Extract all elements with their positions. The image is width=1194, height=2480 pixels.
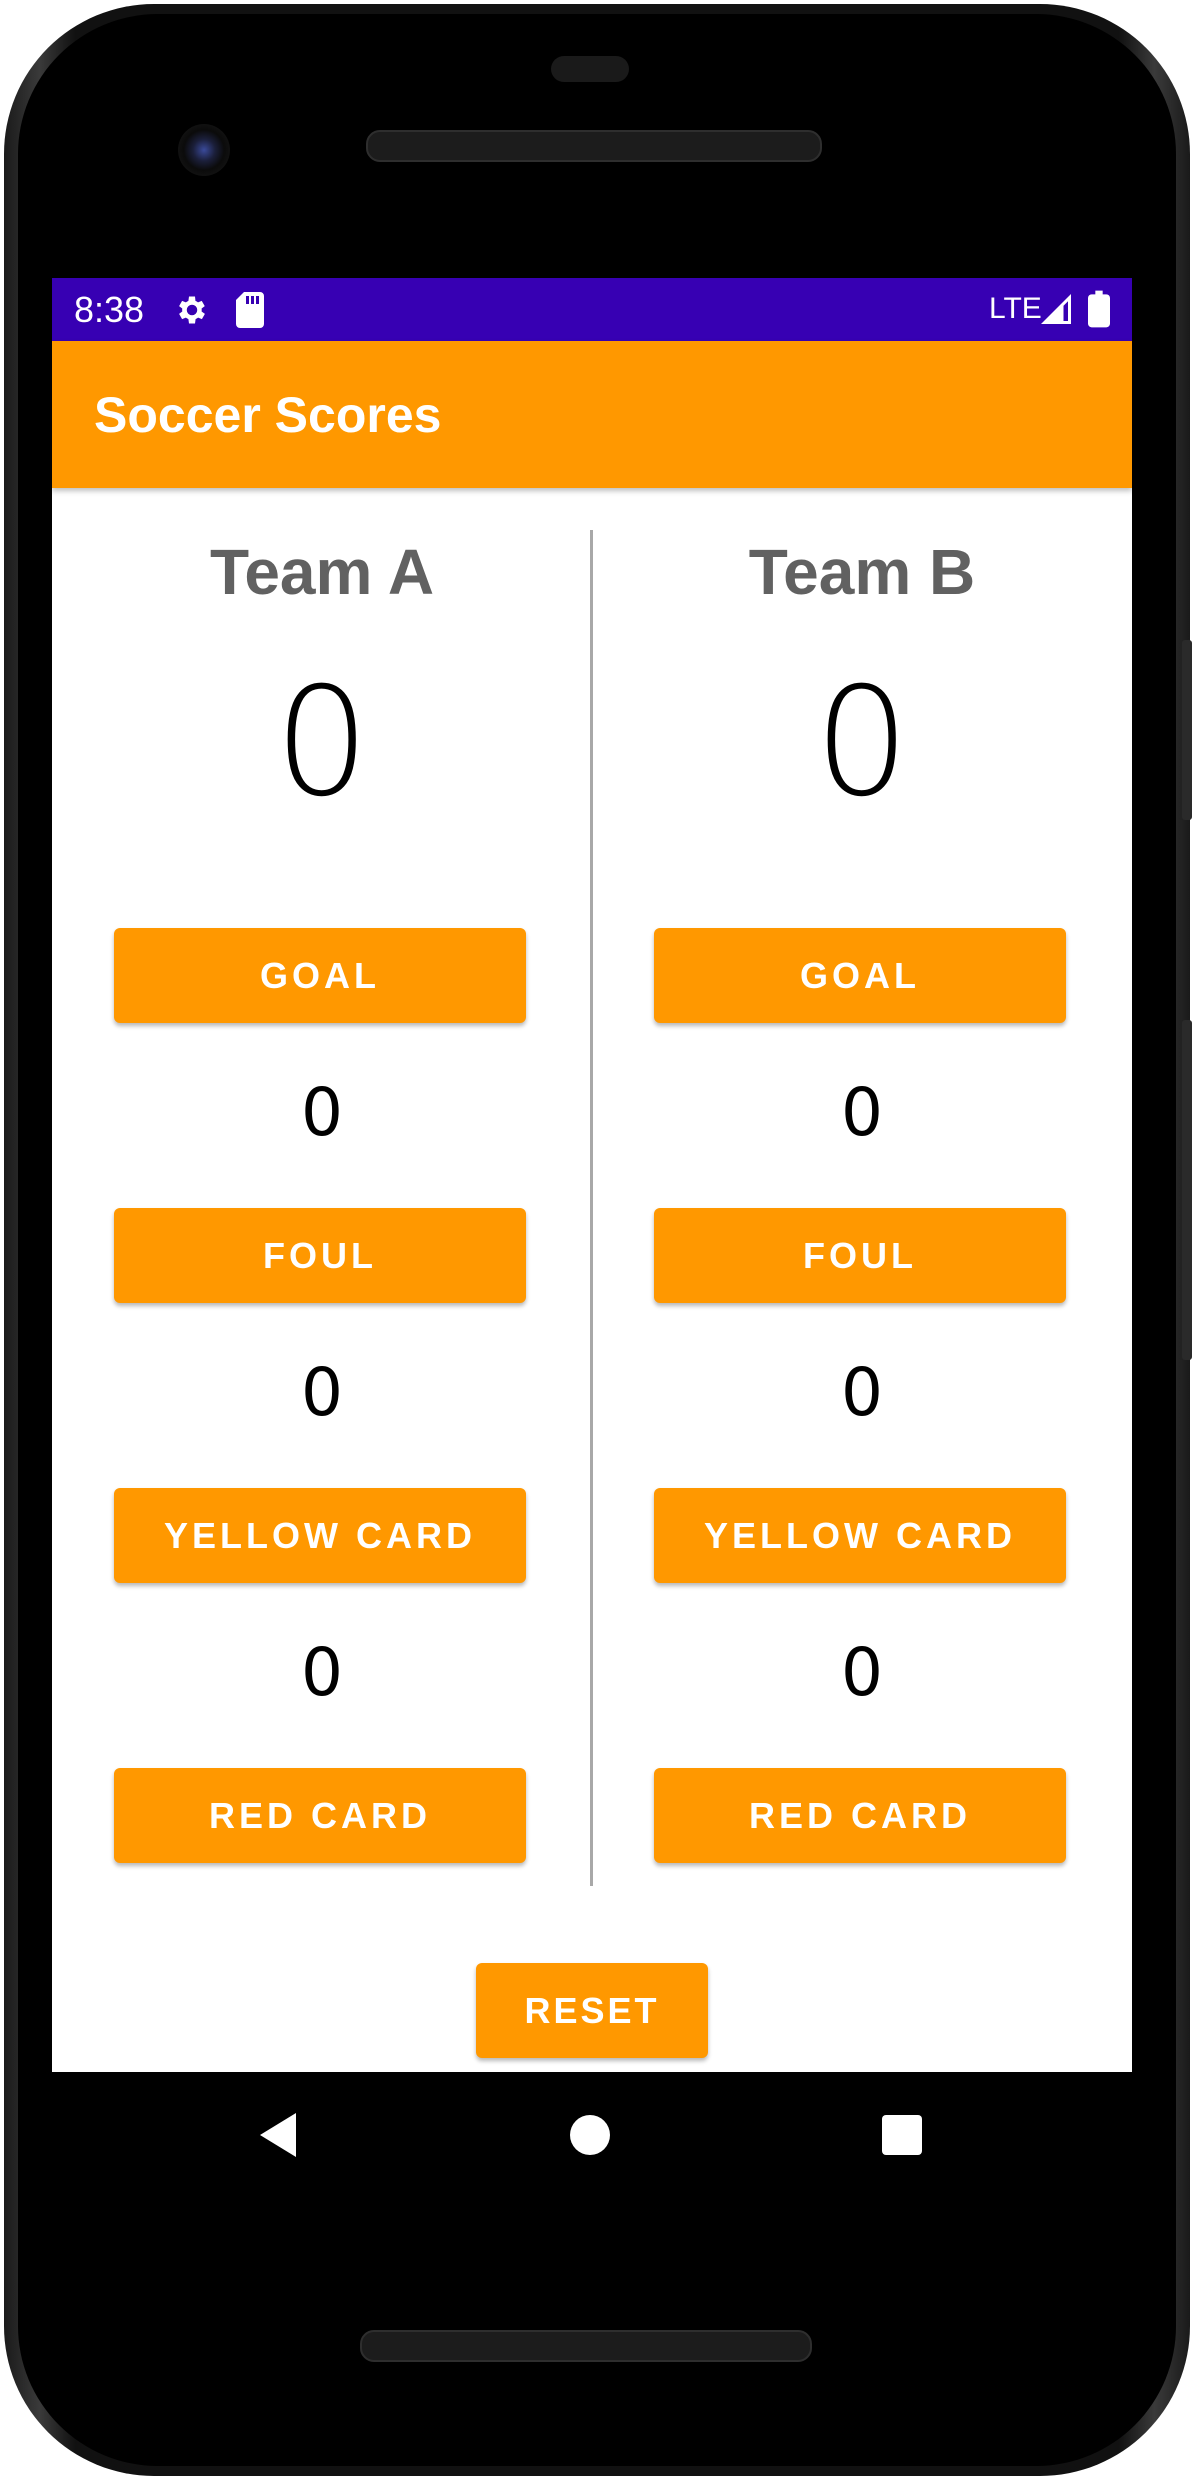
- team-a-fouls-count: 0: [301, 1074, 343, 1151]
- team-a-name: Team A: [209, 536, 435, 608]
- back-icon[interactable]: [242, 2099, 314, 2171]
- team-a-red-cards-count: 0: [301, 1634, 343, 1711]
- signal-icon: [1038, 291, 1074, 332]
- team-a-goal-button[interactable]: GOAL: [114, 928, 526, 1023]
- team-b-red-cards-count: 0: [841, 1634, 883, 1711]
- team-b-fouls-count: 0: [841, 1074, 883, 1151]
- team-a-score: 0: [274, 656, 370, 830]
- reset-button[interactable]: RESET: [476, 1963, 708, 2058]
- network-type: LTE: [989, 292, 1042, 325]
- sd-card-icon: [236, 292, 264, 333]
- home-icon[interactable]: [554, 2099, 626, 2171]
- team-b-red-card-button[interactable]: RED CARD: [654, 1768, 1066, 1863]
- recents-icon[interactable]: [866, 2099, 938, 2171]
- team-a-yellow-cards-count: 0: [301, 1354, 343, 1431]
- team-a-yellow-card-button[interactable]: YELLOW CARD: [114, 1488, 526, 1583]
- front-camera: [178, 124, 230, 176]
- team-a-red-card-button[interactable]: RED CARD: [114, 1768, 526, 1863]
- team-b-yellow-card-button[interactable]: YELLOW CARD: [654, 1488, 1066, 1583]
- status-bar: 8:38 LTE: [52, 278, 1132, 341]
- power-button: [1182, 1020, 1192, 1360]
- bottom-speaker: [360, 2330, 812, 2362]
- team-b-foul-button[interactable]: FOUL: [654, 1208, 1066, 1303]
- navigation-bar: [52, 2072, 1132, 2198]
- volume-button: [1182, 640, 1192, 820]
- battery-icon: [1088, 290, 1110, 333]
- team-b-goal-button[interactable]: GOAL: [654, 928, 1066, 1023]
- app-screen: 8:38 LTE Soccer Scores Team A 0 GOAL 0 F…: [52, 278, 1132, 2072]
- team-b-yellow-cards-count: 0: [841, 1354, 883, 1431]
- proximity-sensor: [551, 56, 629, 82]
- team-a-foul-button[interactable]: FOUL: [114, 1208, 526, 1303]
- settings-icon: [174, 292, 210, 333]
- app-title: Soccer Scores: [94, 387, 442, 443]
- app-bar: Soccer Scores: [52, 341, 1132, 488]
- earpiece-speaker: [366, 130, 822, 162]
- team-b-name: Team B: [748, 536, 976, 608]
- team-b-score: 0: [814, 656, 910, 830]
- status-time: 8:38: [74, 289, 145, 330]
